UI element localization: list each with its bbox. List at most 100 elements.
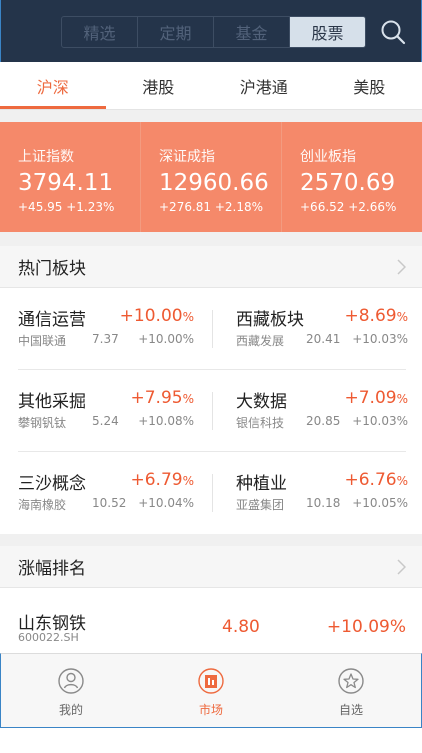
sector-change: +7.95% <box>130 388 194 408</box>
index-card-shenzhen[interactable]: 深证成指 12960.66 +276.81 +2.18% <box>141 122 282 232</box>
sector-change-value: +6.76 <box>344 470 397 490</box>
market-icon <box>198 668 224 694</box>
leader-stock-name: 银信科技 <box>236 416 285 430</box>
leader-stock-change: +10.03% <box>352 414 408 428</box>
sector-change-value: +6.79 <box>130 470 183 490</box>
percent-sign: % <box>182 474 194 488</box>
sector-change: +8.69% <box>344 306 408 326</box>
nav-label: 我的 <box>58 703 83 717</box>
sector-name: 通信运营 <box>18 310 86 330</box>
hot-sector-row: 通信运营 +10.00% 中国联通 7.37 +10.00% 西藏板块 +8.6… <box>0 288 422 370</box>
profile-icon <box>58 668 84 694</box>
tab-hong-kong[interactable]: 港股 <box>106 62 212 109</box>
sector-change-value: +7.95 <box>130 388 183 408</box>
leader-stock-price: 10.18 <box>306 496 341 510</box>
hot-sector-item[interactable]: 种植业 +6.76% 亚盛集团 10.18 +10.05% <box>236 452 408 534</box>
index-card-shanghai[interactable]: 上证指数 3794.11 +45.95 +1.23% <box>0 122 141 232</box>
sector-change: +7.09% <box>344 388 408 408</box>
leader-stock-price: 20.85 <box>306 414 341 428</box>
index-value: 12960.66 <box>159 170 269 196</box>
stock-code: 600022.SH <box>18 631 79 644</box>
sector-change: +6.79% <box>130 470 194 490</box>
section-spacer <box>0 110 422 122</box>
bottom-navigation: 我的 市场 自选 <box>0 653 422 727</box>
top-gainers-title: 涨幅排名 <box>18 559 86 579</box>
sector-name: 大数据 <box>236 392 287 412</box>
chevron-right-icon <box>397 559 406 575</box>
index-change: +276.81 +2.18% <box>159 200 264 214</box>
segment-stocks[interactable]: 股票 <box>290 17 365 47</box>
product-segmented-control: 精选 定期 基金 股票 <box>61 16 366 48</box>
sector-change-value: +8.69 <box>344 306 397 326</box>
favorites-star-icon <box>338 668 364 694</box>
top-gainers-header[interactable]: 涨幅排名 <box>0 546 422 588</box>
index-change: +45.95 +1.23% <box>18 200 115 214</box>
top-bar: 精选 定期 基金 股票 <box>0 0 422 62</box>
hot-sector-item[interactable]: 通信运营 +10.00% 中国联通 7.37 +10.00% <box>18 288 194 370</box>
index-card-chinext[interactable]: 创业板指 2570.69 +66.52 +2.66% <box>282 122 422 232</box>
percent-sign: % <box>396 474 408 488</box>
index-name: 深证成指 <box>159 149 215 165</box>
tab-shanghai-hk-connect[interactable]: 沪港通 <box>211 62 317 109</box>
index-value: 2570.69 <box>300 170 396 196</box>
leader-stock-change: +10.05% <box>352 496 408 510</box>
segment-fixed-term[interactable]: 定期 <box>138 17 214 47</box>
hot-sectors-grid: 通信运营 +10.00% 中国联通 7.37 +10.00% 西藏板块 +8.6… <box>0 288 422 534</box>
nav-label: 市场 <box>198 703 223 717</box>
leader-stock-price: 5.24 <box>92 414 119 428</box>
hot-sector-item[interactable]: 三沙概念 +6.79% 海南橡胶 10.52 +10.04% <box>18 452 194 534</box>
section-spacer <box>0 232 422 246</box>
column-divider <box>212 474 213 512</box>
index-name: 创业板指 <box>300 149 356 165</box>
leader-stock-name: 中国联通 <box>18 334 67 348</box>
hot-sector-row: 三沙概念 +6.79% 海南橡胶 10.52 +10.04% 种植业 +6.76… <box>0 452 422 534</box>
leader-stock-price: 10.52 <box>92 496 127 510</box>
percent-sign: % <box>182 392 194 406</box>
leader-stock-change: +10.04% <box>138 496 194 510</box>
leader-stock-name: 海南橡胶 <box>18 498 67 512</box>
leader-stock-price: 20.41 <box>306 332 341 346</box>
nav-item-market[interactable]: 市场 <box>141 654 281 727</box>
segment-funds[interactable]: 基金 <box>214 17 290 47</box>
leader-stock-name: 亚盛集团 <box>236 498 285 512</box>
percent-sign: % <box>396 310 408 324</box>
tab-us-stocks[interactable]: 美股 <box>317 62 422 109</box>
sector-change: +10.00% <box>120 306 194 326</box>
hot-sector-item[interactable]: 大数据 +7.09% 银信科技 20.85 +10.03% <box>236 370 408 452</box>
leader-stock-change: +10.03% <box>352 332 408 346</box>
nav-item-mine[interactable]: 我的 <box>1 654 141 727</box>
hot-sectors-title: 热门板块 <box>18 259 86 279</box>
leader-stock-change: +10.00% <box>138 332 194 346</box>
nav-label: 自选 <box>338 703 363 717</box>
sector-name: 其他采掘 <box>18 392 86 412</box>
nav-item-watchlist[interactable]: 自选 <box>281 654 421 727</box>
market-tabs: 沪深 港股 沪港通 美股 <box>0 62 422 110</box>
gainer-row[interactable]: 山东钢铁 600022.SH 4.80 +10.09% <box>0 589 422 653</box>
sector-change-value: +10.00 <box>119 306 183 326</box>
hot-sector-item[interactable]: 其他采掘 +7.95% 攀钢钒钛 5.24 +10.08% <box>18 370 194 452</box>
sector-change-value: +7.09 <box>344 388 397 408</box>
sector-name: 三沙概念 <box>18 474 86 494</box>
sector-change: +6.76% <box>344 470 408 490</box>
leader-stock-name: 西藏发展 <box>236 334 285 348</box>
hot-sectors-header[interactable]: 热门板块 <box>0 246 422 288</box>
sector-name: 种植业 <box>236 474 287 494</box>
leader-stock-price: 7.37 <box>92 332 119 346</box>
stock-price: 4.80 <box>222 617 260 637</box>
leader-stock-name: 攀钢钒钛 <box>18 416 67 430</box>
percent-sign: % <box>182 310 194 324</box>
column-divider <box>212 310 213 348</box>
index-value: 3794.11 <box>18 170 114 196</box>
hot-sector-row: 其他采掘 +7.95% 攀钢钒钛 5.24 +10.08% 大数据 +7.09%… <box>0 370 422 452</box>
hot-sector-item[interactable]: 西藏板块 +8.69% 西藏发展 20.41 +10.03% <box>236 288 408 370</box>
tab-shanghai-shenzhen[interactable]: 沪深 <box>0 62 106 109</box>
chevron-right-icon <box>397 259 406 275</box>
index-name: 上证指数 <box>18 149 74 165</box>
section-spacer <box>0 534 422 546</box>
index-cards: 上证指数 3794.11 +45.95 +1.23% 深证成指 12960.66… <box>0 122 422 232</box>
screen-bottom-area <box>0 727 422 753</box>
percent-sign: % <box>396 392 408 406</box>
leader-stock-change: +10.08% <box>138 414 194 428</box>
segment-featured[interactable]: 精选 <box>62 17 138 47</box>
search-icon[interactable] <box>379 18 407 46</box>
